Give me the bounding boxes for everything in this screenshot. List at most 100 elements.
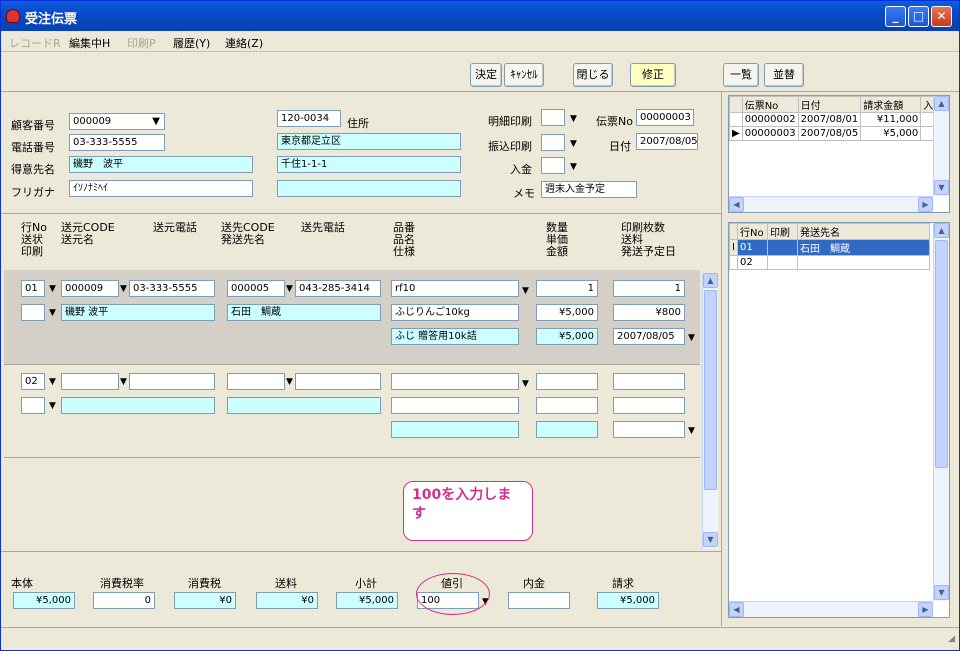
src-code-field[interactable]: 000009 (61, 280, 119, 297)
price-field[interactable] (536, 397, 598, 414)
scroll-down-icon[interactable]: ▼ (703, 532, 718, 547)
chevron-down-icon[interactable]: ▼ (522, 286, 529, 296)
menu-history[interactable]: 履歴(Y) (173, 35, 210, 51)
chevron-down-icon[interactable]: ▼ (286, 377, 293, 387)
scroll-thumb[interactable] (935, 240, 948, 468)
shipping-field[interactable] (613, 397, 685, 414)
scroll-up-icon[interactable]: ▲ (934, 223, 949, 238)
dst-code-field[interactable]: 000005 (227, 280, 285, 297)
dst-code-field[interactable] (227, 373, 285, 390)
dst-name-field[interactable]: 石田 鯛蔵 (227, 304, 381, 321)
dst-name-field[interactable] (227, 397, 381, 414)
src-name-field[interactable] (61, 397, 215, 414)
menu-print[interactable]: 印刷P (127, 35, 156, 51)
dest-vscrollbar[interactable]: ▲ ▼ (933, 223, 949, 601)
ship-date-field[interactable]: 2007/08/05 (613, 328, 685, 345)
tax-field[interactable]: ¥0 (174, 592, 236, 609)
chevron-down-icon[interactable]: ▼ (49, 401, 56, 411)
scroll-right-icon[interactable]: ▶ (918, 197, 933, 212)
grid-header[interactable]: 請求金額 (860, 96, 922, 113)
slip-list-grid[interactable]: 伝票No 日付 請求金額 入 00000002 2007/08/01 ¥11,0… (728, 95, 950, 213)
deposit-field[interactable] (541, 157, 565, 174)
grid-header[interactable]: 印刷 (767, 223, 798, 240)
line-no-field[interactable]: 01 (21, 280, 45, 297)
scroll-left-icon[interactable]: ◀ (729, 197, 744, 212)
memo-field[interactable]: 週末入金予定 (541, 181, 637, 198)
subtotal-field[interactable]: ¥5,000 (336, 592, 398, 609)
menu-record[interactable]: レコードR (9, 35, 61, 51)
phone-field[interactable]: 03-333-5555 (69, 134, 165, 151)
detail-scrollbar[interactable]: ▲ ▼ (702, 273, 718, 549)
decide-button[interactable]: 決定 (470, 63, 502, 87)
chevron-down-icon[interactable]: ▼ (570, 139, 577, 149)
ship-date-field[interactable] (613, 421, 685, 438)
chevron-down-icon[interactable]: ▼ (522, 379, 529, 389)
close-button[interactable]: 閉じる (573, 63, 613, 87)
src-name-field[interactable]: 磯野 波平 (61, 304, 215, 321)
copies-field[interactable] (613, 373, 685, 390)
copies-field[interactable]: 1 (613, 280, 685, 297)
cancel-button[interactable]: ｷｬﾝｾﾙ (504, 63, 544, 87)
scroll-up-icon[interactable]: ▲ (703, 273, 718, 288)
item-name-field[interactable]: ふじりんご10kg (391, 304, 519, 321)
amount-field[interactable]: ¥5,000 (536, 328, 598, 345)
table-row[interactable]: I 01 石田 鯛蔵 (729, 239, 930, 256)
scroll-down-icon[interactable]: ▼ (934, 585, 949, 600)
address3-field[interactable] (277, 180, 461, 197)
zip-field[interactable]: 120-0034 (277, 110, 341, 127)
chevron-down-icon[interactable]: ▼ (570, 162, 577, 172)
date-field[interactable]: 2007/08/05 (636, 133, 698, 150)
scroll-right-icon[interactable]: ▶ (918, 602, 933, 617)
grid-header[interactable]: 発送先名 (797, 223, 930, 240)
amount-field[interactable] (536, 421, 598, 438)
chevron-down-icon[interactable]: ▼ (688, 333, 695, 343)
chevron-down-icon[interactable]: ▼ (152, 114, 160, 129)
destination-grid[interactable]: 行No 印刷 発送先名 I 01 石田 鯛蔵 02 ▲ ▼ ◀ ▶ (728, 222, 950, 618)
chevron-down-icon[interactable]: ▼ (120, 377, 127, 387)
transfer-print-field[interactable] (541, 134, 565, 151)
chevron-down-icon[interactable]: ▼ (49, 284, 56, 294)
address2-field[interactable]: 千住1-1-1 (277, 156, 461, 173)
client-field[interactable]: 磯野 波平 (69, 156, 253, 173)
table-row[interactable]: 02 (729, 255, 930, 270)
deposit-total-field[interactable] (508, 592, 570, 609)
dst-phone-field[interactable] (295, 373, 381, 390)
qty-field[interactable] (536, 373, 598, 390)
address1-field[interactable]: 東京都足立区 (277, 133, 461, 150)
slip-hscrollbar[interactable]: ◀ ▶ (729, 196, 933, 212)
scroll-thumb[interactable] (704, 290, 717, 490)
grid-header[interactable]: 日付 (797, 96, 862, 113)
dst-phone-field[interactable]: 043-285-3414 (295, 280, 381, 297)
scroll-up-icon[interactable]: ▲ (934, 96, 949, 111)
item-spec-field[interactable] (391, 421, 519, 438)
chevron-down-icon[interactable]: ▼ (286, 284, 293, 294)
minimize-button[interactable]: _ (885, 6, 906, 27)
table-row[interactable]: 00000002 2007/08/01 ¥11,000 (729, 112, 937, 127)
item-no-field[interactable]: rf10 (391, 280, 519, 297)
qty-field[interactable]: 1 (536, 280, 598, 297)
send-slip-field[interactable] (21, 397, 45, 414)
base-field[interactable]: ¥5,000 (13, 592, 75, 609)
chevron-down-icon[interactable]: ▼ (570, 114, 577, 124)
item-spec-field[interactable]: ふじ 贈答用10k詰 (391, 328, 519, 345)
close-window-button[interactable]: ✕ (931, 6, 952, 27)
grid-header[interactable]: 伝票No (741, 96, 799, 113)
chevron-down-icon[interactable]: ▼ (49, 308, 56, 318)
sort-button[interactable]: 並替 (764, 63, 804, 87)
shipping-total-field[interactable]: ¥0 (256, 592, 318, 609)
taxrate-field[interactable]: 0 (93, 592, 155, 609)
resize-grip-icon[interactable]: ◢ (948, 634, 955, 644)
bill-field[interactable]: ¥5,000 (597, 592, 659, 609)
maximize-button[interactable]: □ (908, 6, 929, 27)
customer-no-field[interactable]: 000009 ▼ (69, 113, 165, 130)
slip-vscrollbar[interactable]: ▲ ▼ (933, 96, 949, 196)
src-phone-field[interactable] (129, 373, 215, 390)
src-code-field[interactable] (61, 373, 119, 390)
scroll-left-icon[interactable]: ◀ (729, 602, 744, 617)
menu-contact[interactable]: 連絡(Z) (225, 35, 263, 51)
grid-header[interactable]: 行No (737, 223, 768, 240)
edit-button[interactable]: 修正 (630, 63, 676, 87)
chevron-down-icon[interactable]: ▼ (688, 426, 695, 436)
item-name-field[interactable] (391, 397, 519, 414)
detail-print-field[interactable] (541, 109, 565, 126)
